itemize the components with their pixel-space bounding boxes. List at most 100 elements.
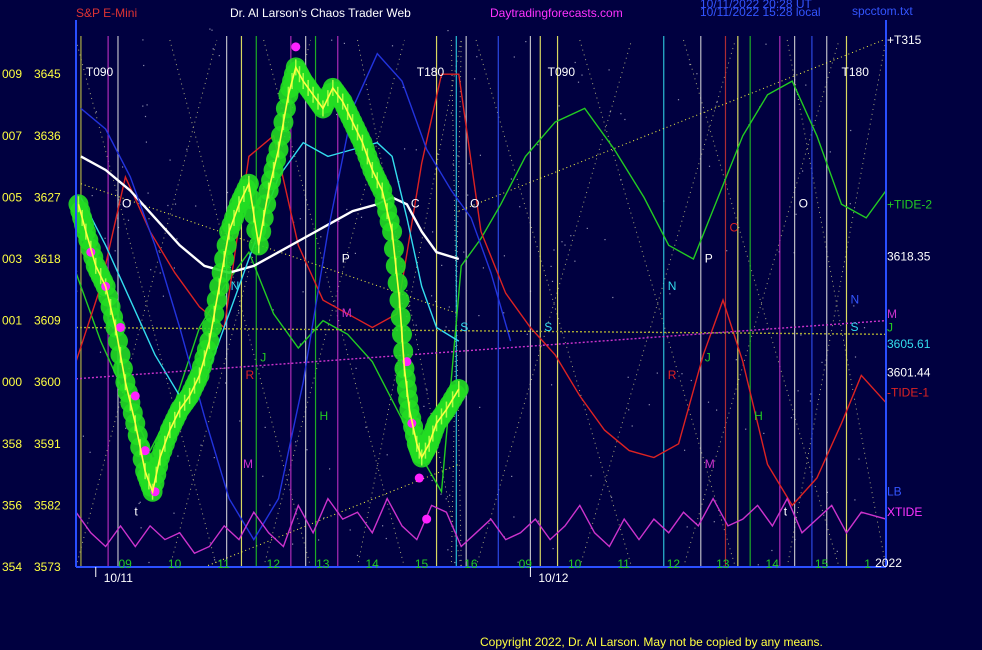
y-tick-label: 3636 [34,129,61,143]
star-dot [142,39,144,41]
site-url: Daytradingforecasts.com [490,6,623,20]
x-tick-label: 1 [864,557,871,571]
star-dot [800,334,802,336]
star-dot [716,409,718,411]
y-tick-code: 000 [2,375,22,389]
star-dot [329,468,331,470]
star-dot [139,501,141,503]
star-dot [525,41,527,43]
star-dot [735,359,737,361]
star-dot [854,356,857,358]
star-dot [174,203,177,205]
star-dot [713,521,715,523]
star-dot [677,99,680,101]
x-tick-label: 15 [415,557,429,571]
star-dot [318,539,320,541]
star-dot [628,409,630,411]
star-dot [669,293,671,295]
star-dot [415,149,417,151]
y-tick-label: 3600 [34,375,61,389]
letter-marker: C [729,221,738,235]
star-dot [519,206,521,208]
star-dot [127,219,130,221]
star-dot [218,55,220,57]
star-dot [479,154,481,156]
x-tick-label: 13 [316,557,330,571]
x-date-label: 10/11 [104,571,133,585]
star-dot [346,208,348,211]
star-dot [82,435,84,437]
site-title: Dr. Al Larson's Chaos Trader Web [230,6,411,20]
chart-background [0,0,982,650]
star-dot [696,73,698,75]
x-tick-label: 11 [217,557,230,571]
star-dot [323,517,325,519]
star-dot [239,420,241,422]
right-axis-label: -TIDE-1 [887,385,929,399]
y-tick-label: 3573 [34,560,61,574]
star-dot [564,244,566,246]
y-tick-label: 3618 [34,252,61,266]
star-dot [238,312,240,314]
y-tick-code: 003 [2,252,22,266]
star-dot [150,269,152,271]
star-dot [262,366,264,368]
star-dot [195,205,197,207]
star-dot [551,280,554,282]
magenta-dot [115,322,125,332]
star-dot [122,166,124,168]
letter-marker: N [668,279,677,293]
star-dot [468,163,470,165]
star-dot [391,45,394,47]
star-dot [114,250,116,252]
star-dot [211,29,213,31]
star-dot [610,496,613,498]
star-dot [355,367,357,369]
right-axis-label: LB [887,485,902,499]
star-dot [158,250,160,252]
star-dot [681,373,683,375]
star-dot [349,529,351,531]
star-dot [447,549,449,551]
star-dot [526,333,528,335]
star-dot [147,192,149,194]
x-date-label: 10/12 [538,571,568,585]
star-dot [552,548,554,550]
star-dot [809,400,811,402]
star-dot [209,28,211,30]
star-dot [176,238,178,240]
x-tick-label: 14 [365,557,379,571]
star-dot [140,527,142,529]
star-dot [306,449,308,451]
star-dot [810,393,812,395]
star-dot [159,272,161,274]
star-dot [463,251,465,253]
star-dot [771,549,773,552]
star-dot [612,296,614,299]
star-dot [745,428,747,430]
star-dot [448,306,450,308]
letter-marker: M [705,457,715,471]
star-dot [561,241,563,243]
letter-marker: R [668,368,677,382]
star-dot [627,376,629,378]
star-dot [356,554,359,556]
star-dot [173,512,175,514]
star-dot [385,537,387,540]
star-dot [849,203,851,205]
star-dot [476,56,478,58]
star-dot [264,426,266,428]
letter-marker: O [799,197,808,211]
star-dot [440,493,442,495]
star-dot [482,267,484,269]
star-dot [336,113,338,116]
star-dot [292,543,294,545]
star-dot [167,204,169,207]
y-tick-label: 3591 [34,437,61,451]
star-dot [757,564,759,566]
star-dot [624,118,626,121]
star-dot [574,260,576,262]
star-dot [802,170,804,172]
letter-marker: C [411,197,420,211]
star-dot [138,502,140,505]
